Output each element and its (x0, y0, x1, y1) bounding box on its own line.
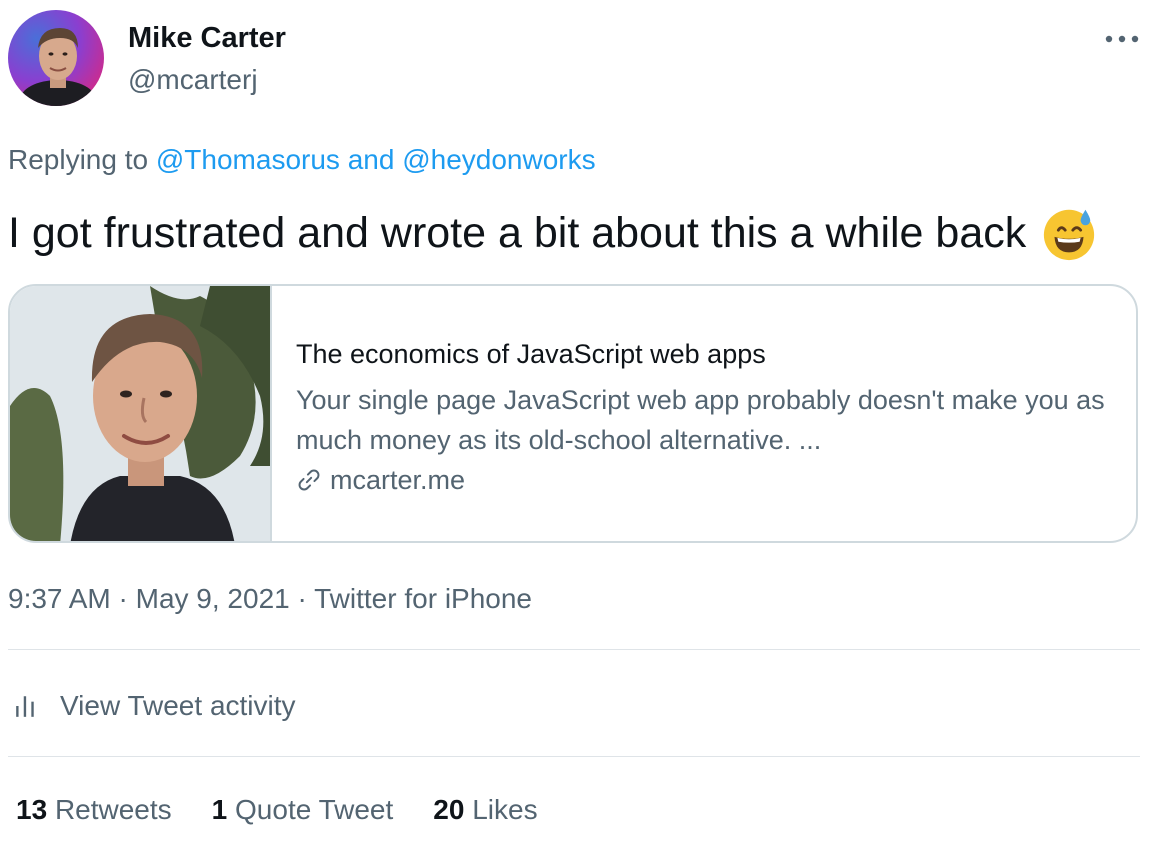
author-display-name[interactable]: Mike Carter (128, 20, 286, 56)
avatar[interactable] (8, 10, 104, 106)
quote-tweets-count: 1 (211, 794, 228, 825)
likes-stat[interactable]: 20 Likes (433, 792, 537, 828)
retweets-stat[interactable]: 13 Retweets (16, 792, 172, 828)
replying-to: Replying to @Thomasorus and @heydonworks (8, 142, 596, 178)
tweet-time[interactable]: 9:37 AM (8, 583, 111, 614)
retweets-count: 13 (16, 794, 48, 825)
quote-tweets-label: Quote Tweet (235, 794, 394, 825)
replying-conjunction: and (339, 144, 403, 175)
tweet-body: I got frustrated and wrote a bit about t… (8, 209, 1027, 257)
card-domain-text: mcarter.me (330, 465, 466, 495)
more-options-button[interactable] (1100, 26, 1144, 52)
ellipsis-icon (1105, 35, 1139, 43)
view-tweet-activity-label: View Tweet activity (60, 690, 296, 721)
mention-link[interactable]: @heydonworks (402, 144, 595, 175)
view-tweet-activity-button[interactable]: View Tweet activity (8, 686, 296, 726)
divider (8, 756, 1140, 757)
card-thumbnail (10, 286, 272, 541)
quote-tweets-stat[interactable]: 1 Quote Tweet (212, 792, 394, 828)
link-icon (298, 469, 320, 491)
meta-separator: · (289, 583, 315, 614)
meta-separator: · (110, 583, 136, 614)
card-domain: mcarter.me (296, 462, 465, 498)
mention-link[interactable]: @Thomasorus (156, 144, 340, 175)
profile-photo-icon (8, 10, 104, 106)
likes-count: 20 (433, 794, 465, 825)
replying-prefix: Replying to (8, 144, 156, 175)
tweet-stats: 13 Retweets 1 Quote Tweet 20 Likes (16, 792, 578, 828)
tweet-text: I got frustrated and wrote a bit about t… (8, 204, 1098, 262)
tweet-source: Twitter for iPhone (314, 583, 532, 614)
link-preview-card[interactable]: The economics of JavaScript web apps You… (8, 284, 1138, 543)
bar-chart-icon (16, 696, 34, 717)
grinning-face-with-sweat-icon (1044, 209, 1095, 261)
divider (8, 649, 1140, 650)
tweet-metadata: 9:37 AM · May 9, 2021 · Twitter for iPho… (8, 581, 532, 617)
retweets-label: Retweets (54, 794, 172, 825)
card-photo-icon (10, 286, 270, 541)
card-description: Your single page JavaScript web app prob… (296, 385, 1105, 455)
card-title: The economics of JavaScript web apps (296, 339, 766, 369)
tweet-date[interactable]: May 9, 2021 (136, 583, 290, 614)
likes-label: Likes (472, 794, 538, 825)
author-handle[interactable]: @mcarterj (128, 62, 258, 98)
